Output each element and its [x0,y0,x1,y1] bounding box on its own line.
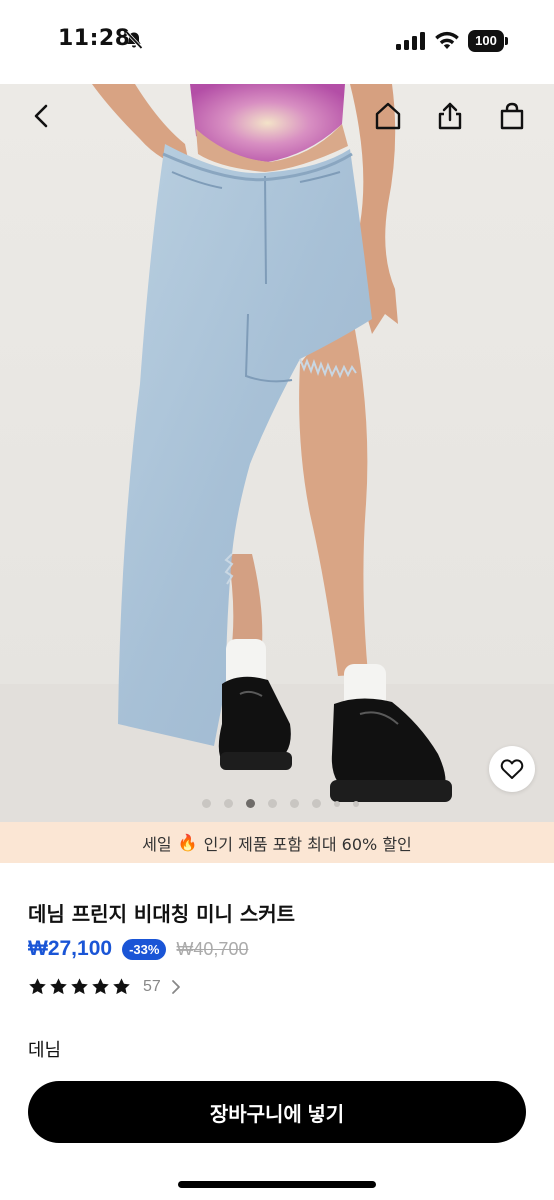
promo-text-detail: 인기 제품 포함 최대 60% 할인 [203,834,412,854]
fire-icon: 🔥 [177,833,198,852]
carousel-dot[interactable] [352,800,359,807]
back-button[interactable] [24,98,60,134]
price-row: ₩27,100 -33% ₩40,700 [28,937,248,961]
carousel-dot[interactable] [201,799,211,808]
review-count[interactable]: 57 [143,978,161,996]
status-bar: 11:28 100 [0,0,554,84]
star-icon [71,978,88,995]
home-button[interactable] [370,98,406,134]
carousel-dot[interactable] [311,799,321,808]
carousel-indicator [0,799,554,811]
heart-icon [500,759,524,779]
back-icon [34,104,48,128]
star-icon [113,978,130,995]
bell-off-icon [125,30,143,50]
promo-text-sale: 세일 [142,834,172,854]
wishlist-button[interactable] [489,746,535,792]
share-icon [438,102,462,130]
signal-icon [396,32,425,50]
carousel-dot[interactable] [267,799,277,808]
carousel-dot[interactable] [223,799,233,808]
battery-indicator: 100 [468,30,508,52]
battery-level: 100 [468,30,504,52]
promo-banner[interactable]: 세일 🔥 인기 제품 포함 최대 60% 할인 [0,822,554,863]
chevron-right-icon[interactable] [171,979,181,995]
carousel-dot-active[interactable] [245,799,255,808]
home-indicator [178,1181,376,1188]
wifi-icon [435,31,459,49]
star-icon [50,978,67,995]
battery-tip [505,37,508,45]
color-option-label: 데님 [28,1040,62,1061]
star-icon [29,978,46,995]
product-photo[interactable] [0,84,554,822]
status-time: 11:28 [58,26,131,51]
carousel-dot[interactable] [333,800,340,807]
star-icon [92,978,109,995]
cart-button[interactable] [494,98,530,134]
product-title: 데님 프린지 비대칭 미니 스커트 [28,902,296,926]
share-button[interactable] [432,98,468,134]
original-price: ₩40,700 [176,938,249,959]
product-image-carousel[interactable] [0,84,554,822]
home-icon [375,102,401,130]
shopping-bag-icon [500,102,524,130]
rating-row[interactable]: 57 [28,977,181,996]
carousel-dot[interactable] [289,799,299,808]
discount-badge: -33% [122,938,167,960]
add-to-cart-button[interactable]: 장바구니에 넣기 [28,1081,526,1143]
sale-price: ₩27,100 [28,937,113,960]
